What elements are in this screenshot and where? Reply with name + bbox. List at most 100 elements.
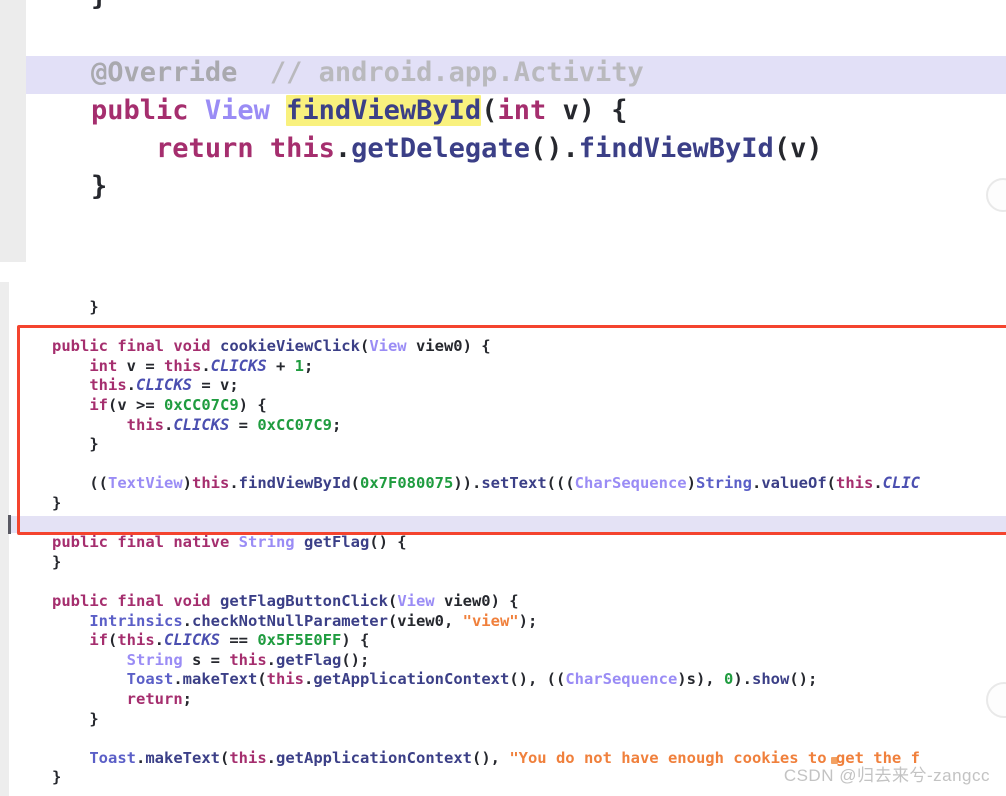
code-token: this — [89, 376, 127, 395]
code-token: ; — [304, 356, 314, 375]
code-token: } — [89, 435, 99, 454]
code-token: this — [229, 748, 267, 767]
code-token: this — [192, 474, 230, 493]
code-line: } — [0, 494, 1006, 514]
code-line: public final void getFlagButtonClick(Vie… — [0, 592, 1006, 612]
code-token: ( — [108, 631, 118, 650]
code-line: public final native String getFlag() { — [0, 533, 1006, 553]
code-token: . — [136, 748, 146, 767]
code-token: (). — [529, 133, 579, 164]
code-token: checkNotNullParameter — [192, 611, 388, 630]
code-token: . — [266, 748, 277, 767]
code-token: + — [266, 356, 295, 375]
code-token: ( — [359, 337, 370, 356]
code-line: this.CLICKS = 0xCC07C9; — [0, 416, 1006, 436]
code-line: } — [0, 168, 1006, 206]
code-token: ); — [518, 611, 538, 630]
code-token: . — [751, 474, 762, 493]
csdn-watermark: CSDN @归去来兮-zangcc — [783, 757, 990, 786]
code-token: this — [164, 356, 202, 375]
code-line: ((TextView)this.findViewById(0x7F080075)… — [0, 474, 1006, 494]
code-token: . — [163, 415, 174, 434]
code-token: . — [873, 474, 883, 493]
code-token: public final void — [52, 337, 220, 356]
code-token: . — [182, 611, 192, 630]
code-token: CharSequence — [574, 474, 687, 493]
code-token: (view0, — [387, 611, 463, 630]
code-token: (v) — [773, 133, 823, 164]
code-token: String — [695, 474, 752, 493]
bottom-code-area[interactable]: } public final void cookieViewClick(View … — [0, 282, 1006, 796]
code-token: ) { — [341, 631, 370, 650]
code-token: . — [154, 631, 165, 650]
code-token: ) — [686, 474, 696, 493]
code-line: int v = this.CLICKS + 1; — [0, 357, 1006, 377]
code-token: getFlag — [276, 650, 342, 669]
code-token: getFlagButtonClick — [219, 592, 388, 610]
code-token: getApplicationContext — [313, 670, 510, 689]
code-token: ( — [257, 670, 267, 689]
code-line: @Override // android.app.Activity — [0, 54, 1006, 92]
code-token: } — [52, 768, 62, 787]
code-token: if — [89, 631, 108, 650]
code-token: view0) { — [434, 592, 519, 610]
code-token: == — [220, 631, 258, 650]
code-token: public final void — [52, 592, 220, 610]
code-token: CLIC — [882, 474, 920, 493]
code-token: ( — [350, 474, 360, 493]
code-token: getApplicationContext — [276, 748, 472, 767]
code-token: makeText — [182, 670, 258, 689]
search-match-token: findViewById — [286, 95, 482, 126]
code-token: this — [266, 670, 304, 689]
code-token: = — [229, 415, 258, 434]
code-token: this — [117, 631, 155, 650]
top-code-area[interactable]: } @Override // android.app.Activity publ… — [0, 0, 1006, 262]
code-token: ( — [826, 474, 836, 493]
code-token: ). — [733, 670, 752, 689]
code-token: = v; — [192, 376, 239, 395]
code-line: } — [0, 298, 1006, 318]
code-token: this — [126, 415, 164, 434]
code-token: 0 — [723, 670, 734, 689]
code-token: String — [126, 650, 183, 669]
code-token: v) { — [546, 95, 628, 126]
code-line: this.CLICKS = v; — [0, 376, 1006, 396]
code-token: () { — [369, 533, 407, 552]
code-token: CLICKS — [173, 415, 230, 434]
code-token: (); — [341, 650, 370, 669]
code-line: if(this.CLICKS == 0x5F5E0FF) { — [0, 631, 1006, 651]
code-token: . — [126, 376, 136, 395]
code-token: } — [89, 709, 99, 728]
code-token: public — [91, 95, 205, 126]
watermark-text: CSDN @归去来兮-zangcc — [783, 766, 990, 785]
code-token: . — [173, 670, 183, 689]
code-token: (); — [789, 670, 818, 689]
code-token: Intrinsics — [89, 611, 183, 630]
code-token: 0x5F5E0FF — [257, 631, 342, 650]
code-line: } — [0, 710, 1006, 730]
code-line: Intrinsics.checkNotNullParameter(view0, … — [0, 612, 1006, 632]
code-token: View — [397, 592, 435, 610]
code-token: 0xCC07C9 — [257, 415, 332, 434]
code-token: CLICKS — [164, 631, 221, 650]
code-token: ) { — [238, 396, 267, 414]
code-line: if(v >= 0xCC07C9) { — [0, 396, 1006, 416]
code-line: public final void cookieViewClick(View v… — [0, 337, 1006, 357]
code-token: int — [497, 95, 547, 126]
code-line: } — [0, 435, 1006, 455]
code-token: int — [89, 356, 118, 375]
code-token: findViewById — [238, 474, 351, 493]
code-token: CharSequence — [565, 670, 678, 689]
code-token: v = — [117, 356, 164, 375]
code-token: } — [52, 494, 62, 512]
